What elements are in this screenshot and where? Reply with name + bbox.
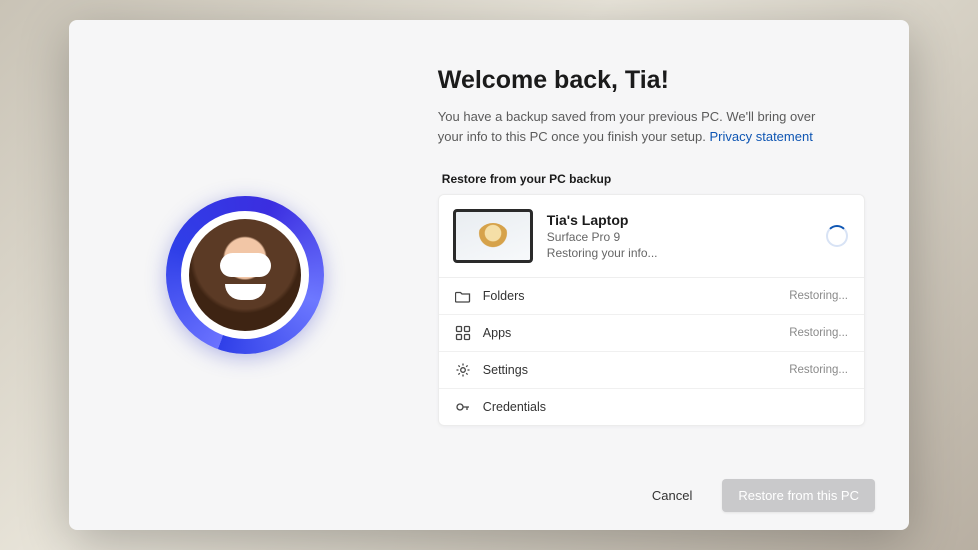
restore-item-status: Restoring... <box>789 290 848 302</box>
restore-item-status: Restoring... <box>789 327 848 339</box>
avatar-pane <box>69 20 422 530</box>
restore-item-label: Apps <box>483 326 777 340</box>
device-name: Tia's Laptop <box>547 212 812 228</box>
folder-icon <box>455 288 471 304</box>
restore-item-label: Settings <box>483 363 777 377</box>
device-meta: Tia's Laptop Surface Pro 9 Restoring you… <box>547 212 812 260</box>
device-model: Surface Pro 9 <box>547 230 812 244</box>
restore-section-label: Restore from your PC backup <box>442 172 865 186</box>
restore-item-label: Folders <box>483 289 777 303</box>
content-pane: Welcome back, Tia! You have a backup sav… <box>422 20 909 530</box>
restore-item-folders: Folders Restoring... <box>439 278 864 315</box>
restore-item-label: Credentials <box>483 400 836 414</box>
device-thumbnail <box>453 209 533 263</box>
oobe-restore-window: Welcome back, Tia! You have a backup sav… <box>69 20 909 530</box>
restore-card: Tia's Laptop Surface Pro 9 Restoring you… <box>438 194 865 426</box>
page-title: Welcome back, Tia! <box>438 66 865 95</box>
device-row[interactable]: Tia's Laptop Surface Pro 9 Restoring you… <box>439 195 864 278</box>
restore-button[interactable]: Restore from this PC <box>722 479 875 512</box>
restore-item-apps: Apps Restoring... <box>439 315 864 352</box>
restore-item-credentials: Credentials <box>439 389 864 425</box>
key-icon <box>455 399 471 415</box>
apps-icon <box>455 325 471 341</box>
cancel-button[interactable]: Cancel <box>642 480 702 511</box>
footer-actions: Cancel Restore from this PC <box>642 479 875 512</box>
avatar-ring <box>166 196 324 354</box>
restore-item-settings: Settings Restoring... <box>439 352 864 389</box>
restore-item-status: Restoring... <box>789 364 848 376</box>
user-avatar <box>189 219 301 331</box>
spinner-icon <box>826 225 848 247</box>
privacy-link[interactable]: Privacy statement <box>710 129 813 144</box>
page-subtitle: You have a backup saved from your previo… <box>438 107 818 146</box>
avatar-ring-inner <box>181 211 309 339</box>
device-status: Restoring your info... <box>547 246 812 260</box>
settings-icon <box>455 362 471 378</box>
